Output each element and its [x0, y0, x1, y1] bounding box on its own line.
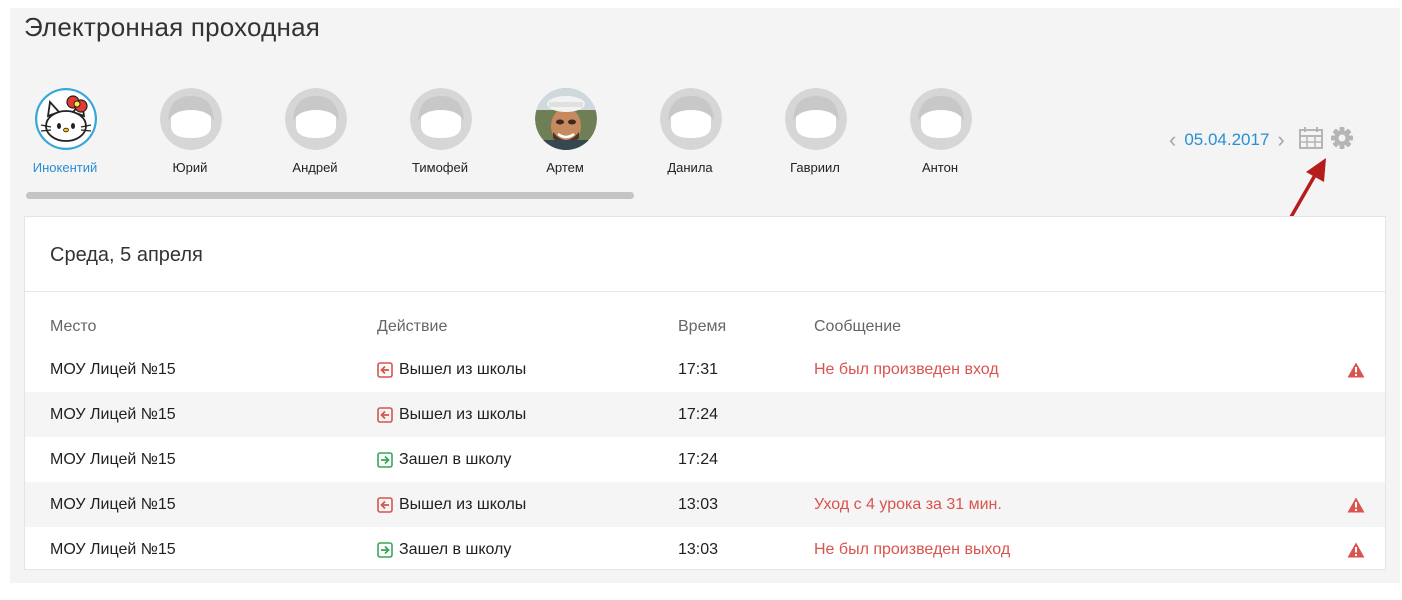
- time-cell: 17:24: [678, 450, 719, 468]
- person-2[interactable]: Юрий: [135, 88, 245, 188]
- gear-icon[interactable]: [1330, 126, 1353, 154]
- person-name: Артем: [546, 160, 584, 175]
- events-table: Место Действие Время Сообщение МОУ Лицей…: [25, 307, 1385, 572]
- next-date-button[interactable]: ›: [1273, 129, 1288, 151]
- message-cell: Уход с 4 урока за 31 мин.: [814, 495, 1002, 513]
- person-name: Данила: [667, 160, 713, 175]
- person-4[interactable]: Тимофей: [385, 88, 495, 188]
- time-cell: 17:24: [678, 405, 719, 423]
- action-label: Вышел из школы: [399, 405, 527, 423]
- column-header-message: Сообщение: [814, 318, 902, 335]
- action-label: Зашел в школу: [399, 450, 512, 468]
- person-7[interactable]: Гавриил: [760, 88, 870, 188]
- page: Электронная проходная Инокентий Юрий Андре…: [10, 8, 1400, 583]
- person-name: Антон: [921, 160, 959, 175]
- table-row[interactable]: МОУ Лицей №15 Зашел в школу 17:24: [25, 437, 1385, 482]
- time-cell: 13:03: [678, 540, 719, 558]
- hello-kitty-avatar[interactable]: [35, 88, 97, 150]
- default-avatar[interactable]: [660, 88, 722, 150]
- place-cell: МОУ Лицей №15: [50, 360, 176, 378]
- calendar-icon[interactable]: [1298, 126, 1323, 154]
- time-cell: 13:03: [678, 495, 719, 513]
- action-cell: Зашел в школу: [377, 527, 511, 572]
- place-cell: МОУ Лицей №15: [50, 495, 176, 513]
- column-header-place: Место: [50, 318, 97, 335]
- photo-avatar[interactable]: [535, 88, 597, 150]
- action-label: Зашел в школу: [399, 540, 512, 558]
- default-avatar[interactable]: [910, 88, 972, 150]
- day-heading: Среда, 5 апреля: [25, 217, 1385, 292]
- person-name: Тимофей: [412, 160, 468, 175]
- action-label: Вышел из школы: [399, 360, 527, 378]
- person-name: Инокентий: [32, 160, 98, 175]
- default-avatar[interactable]: [785, 88, 847, 150]
- person-name: Гавриил: [790, 160, 840, 175]
- table-row[interactable]: МОУ Лицей №15 Зашел в школу 13:03 Не был пр…: [25, 527, 1385, 572]
- person-8[interactable]: Антон: [885, 88, 995, 188]
- column-header-action: Действие: [377, 318, 448, 335]
- scrollbar-thumb[interactable]: [26, 192, 634, 199]
- message-cell: Не был произведен выход: [814, 540, 1011, 558]
- action-cell: Вышел из школы: [377, 482, 526, 527]
- table-row[interactable]: МОУ Лицей №15 Вышел из школы 17:24: [25, 392, 1385, 437]
- action-label: Вышел из школы: [399, 495, 527, 513]
- person-1[interactable]: Инокентий: [10, 88, 120, 188]
- warning-icon: [1347, 527, 1365, 572]
- action-cell: Вышел из школы: [377, 392, 526, 437]
- exit-icon: [377, 406, 393, 423]
- date-navigation: ‹ 05.04.2017 ›: [1165, 126, 1353, 154]
- current-date[interactable]: 05.04.2017: [1180, 130, 1273, 150]
- warning-icon: [1347, 482, 1365, 527]
- column-header-time: Время: [678, 318, 727, 335]
- table-header: Место Действие Время Сообщение: [25, 307, 1385, 347]
- table-row[interactable]: МОУ Лицей №15 Вышел из школы 17:31 Не был п…: [25, 347, 1385, 392]
- person-6[interactable]: Данила: [635, 88, 745, 188]
- enter-icon: [377, 451, 393, 468]
- day-events-card: Среда, 5 апреля Место Действие Время Соо…: [24, 216, 1386, 570]
- default-avatar[interactable]: [160, 88, 222, 150]
- message-cell: Не был произведен вход: [814, 360, 999, 378]
- place-cell: МОУ Лицей №15: [50, 540, 176, 558]
- exit-icon: [377, 496, 393, 513]
- action-cell: Вышел из школы: [377, 347, 526, 392]
- people-carousel: Инокентий Юрий Андрей Тимофей Артем Данила Гав…: [10, 88, 972, 208]
- person-5[interactable]: Артем: [510, 88, 620, 188]
- person-name: Юрий: [172, 160, 208, 175]
- page-title: Электронная проходная: [24, 12, 321, 42]
- prev-date-button[interactable]: ‹: [1165, 129, 1180, 151]
- place-cell: МОУ Лицей №15: [50, 405, 176, 423]
- enter-icon: [377, 541, 393, 558]
- table-row[interactable]: МОУ Лицей №15 Вышел из школы 13:03 Уход с 4…: [25, 482, 1385, 527]
- action-cell: Зашел в школу: [377, 437, 511, 482]
- exit-icon: [377, 361, 393, 378]
- default-avatar[interactable]: [285, 88, 347, 150]
- people-scrollbar[interactable]: [26, 192, 634, 199]
- place-cell: МОУ Лицей №15: [50, 450, 176, 468]
- warning-icon: [1347, 347, 1365, 392]
- default-avatar[interactable]: [410, 88, 472, 150]
- time-cell: 17:31: [678, 360, 719, 378]
- person-3[interactable]: Андрей: [260, 88, 370, 188]
- person-name: Андрей: [292, 160, 338, 175]
